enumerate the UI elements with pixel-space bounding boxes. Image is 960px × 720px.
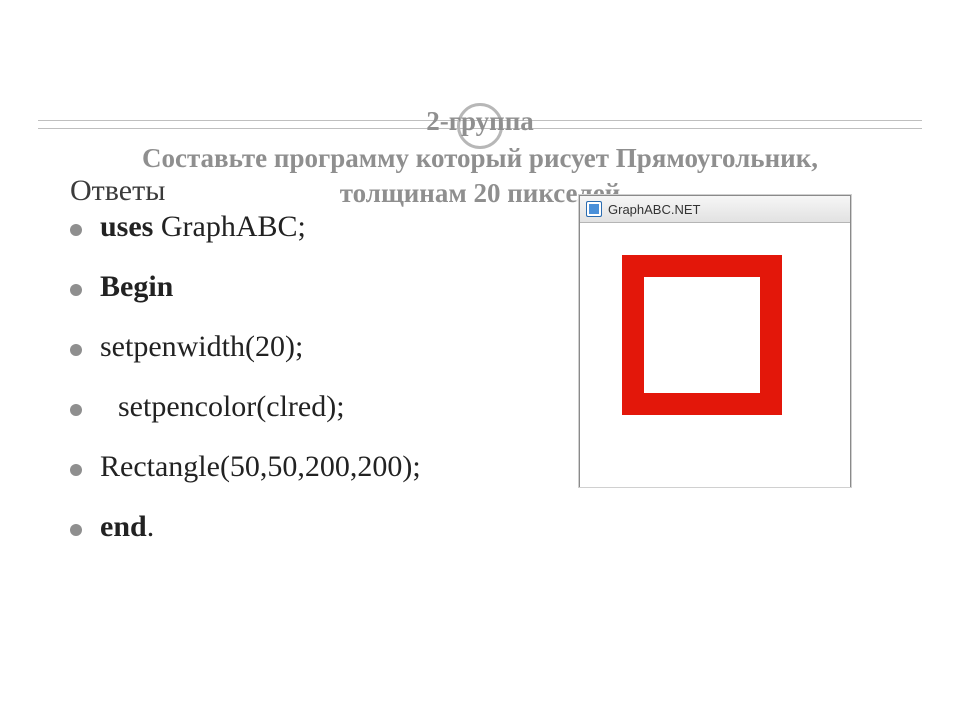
code-line-setpencolor: setpencolor(clred); (70, 392, 590, 422)
code-line-setpenwidth: setpenwidth(20); (70, 332, 590, 362)
slide: 2-группа Составьте программу который рис… (0, 0, 960, 720)
code-list: uses GraphABC; Begin setpenwidth(20); se… (70, 212, 590, 572)
title-line-2: Составьте программу который рисует Прямо… (60, 141, 900, 176)
code-line-begin: Begin (70, 272, 590, 302)
window-titlebar: GraphABC.NET (580, 196, 850, 223)
title-ornament-circle (457, 103, 503, 149)
divider-bottom (38, 128, 922, 129)
end-dot: . (147, 510, 155, 543)
kw-end: end (100, 510, 147, 543)
drawn-rectangle (622, 255, 782, 415)
code-line-uses: uses GraphABC; (70, 212, 590, 242)
window-title: GraphABC.NET (608, 202, 700, 217)
title-line-1: 2-группа (60, 104, 900, 139)
kw-uses: uses (100, 210, 153, 243)
setpencolor-text: setpencolor(clred); (100, 390, 345, 423)
uses-module: GraphABC; (153, 210, 306, 243)
code-line-end: end. (70, 512, 590, 542)
window-canvas (580, 223, 850, 487)
kw-begin: Begin (100, 270, 173, 303)
answers-heading: Ответы (70, 174, 165, 208)
app-icon (586, 201, 602, 217)
divider-top (38, 120, 922, 121)
graphabc-window: GraphABC.NET (579, 195, 851, 487)
code-line-rectangle: Rectangle(50,50,200,200); (70, 452, 590, 482)
